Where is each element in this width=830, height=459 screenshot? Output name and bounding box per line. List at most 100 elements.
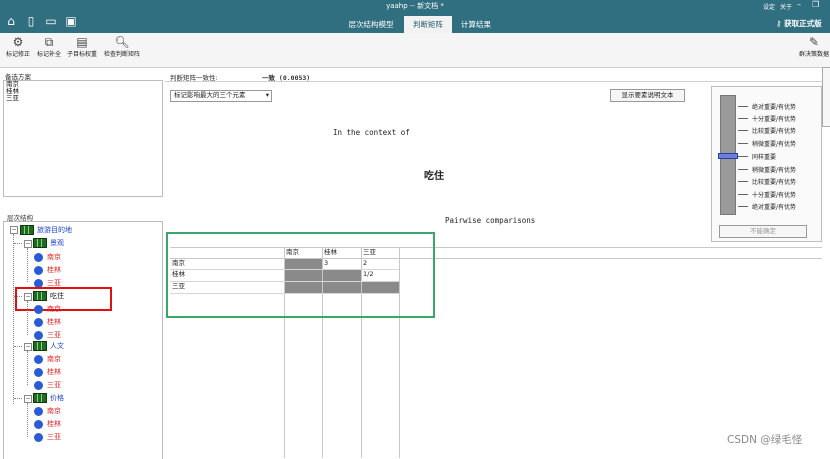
home-icon[interactable]: ⌂: [4, 14, 18, 28]
save-icon[interactable]: ▣: [64, 14, 78, 28]
alternative-dot-icon: [34, 317, 43, 327]
scale-tick: [738, 206, 748, 207]
tree-leaf[interactable]: 三亚: [34, 380, 61, 390]
expand-toggle[interactable]: −: [24, 240, 32, 248]
subgoal-weight-icon: ▤: [76, 35, 88, 49]
tree-connector: [14, 243, 22, 244]
mark-complete-button[interactable]: ⧉ 标记补全: [34, 35, 64, 58]
watermark: CSDN @绿毛怪: [727, 434, 803, 446]
tree-leaf[interactable]: 南京: [34, 304, 61, 314]
tree-leaf[interactable]: 桂林: [34, 367, 61, 377]
group-decision-icon: ✎: [808, 35, 820, 49]
scale-label: 十分重要/有优势: [752, 192, 797, 199]
alternative-dot-icon: [34, 367, 43, 377]
key-icon: ⚷: [776, 19, 785, 28]
pairwise-text: Pairwise comparisons: [445, 216, 536, 225]
alternative-dot-icon: [34, 406, 43, 416]
tree-leaf[interactable]: 南京: [34, 252, 61, 262]
criterion-grid-icon: [33, 393, 47, 403]
tree-leaf[interactable]: 桂林: [34, 317, 61, 327]
title-bar: yaahp -- 新文档 * ⌂ ▯ ▭ ▣ 层次结构模型 判断矩阵 计算结果 …: [0, 0, 830, 33]
tab-results[interactable]: 计算结果: [452, 16, 500, 33]
alternative-dot-icon: [34, 432, 43, 442]
tree-leaf[interactable]: 三亚: [34, 432, 61, 442]
tree-connector: [13, 234, 14, 404]
expand-toggle[interactable]: −: [24, 395, 32, 403]
tree-leaf[interactable]: 三亚: [34, 330, 61, 340]
criterion-grid-icon: [33, 238, 47, 248]
tree-root[interactable]: 旅游目的地: [20, 225, 72, 235]
alternative-dot-icon: [34, 380, 43, 390]
scale-label: 稍微重要/有优势: [752, 167, 797, 174]
scale-label: 比较重要/有优势: [752, 128, 797, 135]
tree-criterion[interactable]: 景观: [33, 238, 64, 248]
license-button[interactable]: ⚷ 获取正式版: [776, 18, 822, 29]
mark-adjust-button[interactable]: ⚙ 标记修正: [2, 35, 34, 58]
scale-tick: [738, 181, 748, 182]
alternative-dot-icon: [34, 265, 43, 275]
tab-judgment-matrix[interactable]: 判断矩阵: [404, 16, 452, 33]
minimize-icon[interactable]: –: [797, 0, 801, 9]
tree-connector: [27, 351, 28, 385]
divider: [165, 81, 822, 82]
tree-leaf[interactable]: 南京: [34, 354, 61, 364]
scale-tick: [738, 130, 748, 131]
expand-toggle[interactable]: −: [10, 226, 18, 234]
highlight-mode-select[interactable]: 标记影响最大的三个元素 ▾: [170, 90, 272, 102]
toolbar: ⚙ 标记修正 ⧉ 标记补全 ▤ 子目标权重 🔍︎ 检查判断矩阵 ✎ 群决策数据: [0, 33, 830, 68]
about-link[interactable]: 关于: [780, 2, 792, 11]
judgment-scale-panel: 绝对重要/有优势 十分重要/有优势 比较重要/有优势 稍微重要/有优势 同样重要…: [711, 86, 822, 242]
tree-canvas: − 旅游目的地 − 景观 南京 桂林 三亚 − 吃住 南京 桂林 三亚 − 人文…: [4, 222, 162, 459]
alternative-item[interactable]: 南京: [4, 81, 162, 88]
check-matrix-icon: 🔍︎: [114, 35, 130, 49]
uncertain-button[interactable]: 不能确定: [719, 225, 807, 238]
annotation-box: [166, 232, 435, 318]
scale-tick: [738, 118, 748, 119]
tree-leaf[interactable]: 南京: [34, 406, 61, 416]
tree-connector: [27, 301, 28, 335]
tab-hierarchy-model[interactable]: 层次结构模型: [339, 16, 403, 33]
alternatives-list[interactable]: 南京 桂林 三亚: [3, 80, 163, 197]
alternative-dot-icon: [34, 330, 43, 340]
scale-label: 比较重要/有优势: [752, 179, 797, 186]
scale-label: 绝对重要/有优势: [752, 104, 797, 111]
scale-label: 同样重要: [752, 154, 777, 161]
alternative-item[interactable]: 桂林: [4, 88, 162, 95]
scale-tick: [738, 106, 748, 107]
tree-criterion[interactable]: 价格: [33, 393, 64, 403]
selection-highlight: [15, 287, 112, 311]
tree-leaf[interactable]: 桂林: [34, 265, 61, 275]
scale-tick: [738, 143, 748, 144]
tree-connector: [14, 346, 22, 347]
hierarchy-tree: − 旅游目的地 − 景观 南京 桂林 三亚 − 吃住 南京 桂林 三亚 − 人文…: [3, 221, 163, 459]
complete-icon: ⧉: [44, 35, 54, 49]
adjust-icon: ⚙: [12, 35, 24, 49]
scale-tick: [738, 169, 748, 170]
tree-criterion[interactable]: 人文: [33, 341, 64, 351]
criterion-grid-icon: [33, 341, 47, 351]
alternative-item[interactable]: 三亚: [4, 95, 162, 102]
chevron-down-icon: ▾: [265, 91, 269, 99]
scale-tick: [738, 156, 748, 157]
show-description-button[interactable]: 显示要素说明文本: [610, 89, 685, 102]
open-folder-icon[interactable]: ▭: [44, 14, 58, 28]
group-decision-button[interactable]: ✎ 群决策数据: [798, 35, 830, 58]
restore-icon[interactable]: ❐: [812, 0, 819, 9]
scale-label: 绝对重要/有优势: [752, 204, 797, 211]
subgoal-weight-button[interactable]: ▤ 子目标权重: [64, 35, 100, 58]
register-link[interactable]: 设定: [763, 2, 775, 11]
scale-tick: [738, 194, 748, 195]
context-node: 吃住: [424, 171, 444, 182]
new-file-icon[interactable]: ▯: [24, 14, 38, 28]
scale-label: 十分重要/有优势: [752, 116, 797, 123]
tree-leaf[interactable]: 桂林: [34, 419, 61, 429]
side-panel-tab[interactable]: [822, 67, 830, 127]
alternative-dot-icon: [34, 252, 43, 262]
scale-thumb[interactable]: [718, 153, 738, 159]
check-matrix-button[interactable]: 🔍︎ 检查判断矩阵: [100, 35, 144, 58]
expand-toggle[interactable]: −: [24, 343, 32, 351]
alternative-dot-icon: [34, 304, 43, 314]
context-text: In the context of: [333, 128, 410, 137]
window-title: yaahp -- 新文档 *: [386, 2, 444, 10]
alternative-dot-icon: [34, 419, 43, 429]
